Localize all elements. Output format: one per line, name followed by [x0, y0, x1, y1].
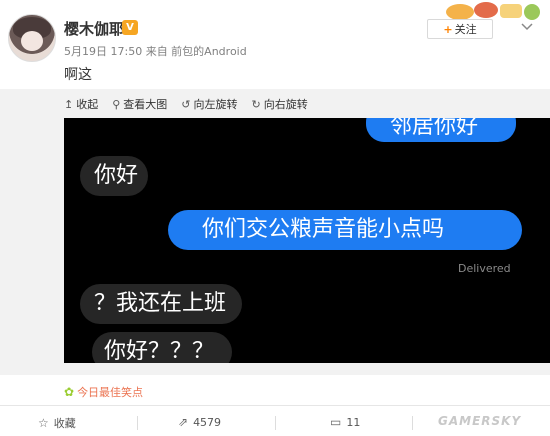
- follow-label: 关注: [454, 23, 477, 36]
- flower-icon: ✿: [64, 385, 75, 399]
- post-text: 啊这: [64, 67, 92, 83]
- rotate-left-button[interactable]: ↺ 向左旋转: [181, 96, 237, 112]
- comment-icon: ▭: [330, 415, 342, 429]
- collapse-label: 收起: [76, 98, 99, 111]
- favorite-button[interactable]: ☆ 收藏: [38, 415, 76, 431]
- plus-icon: +: [443, 23, 453, 36]
- message-bubble: ？我还在上班: [80, 284, 242, 324]
- comment-count: 11: [346, 415, 361, 429]
- message-text: 你好: [94, 163, 139, 188]
- message-bubble: 你们交公粮声音能小点吗: [168, 210, 522, 250]
- divider: [137, 416, 138, 430]
- collapse-icon: ↥: [64, 97, 74, 111]
- image-toolbar: ↥ 收起 ⚲ 查看大图 ↺ 向左旋转 ↻ 向右旋转: [64, 96, 308, 112]
- repost-icon: ⇗: [178, 415, 189, 429]
- rotate-right-label: 向右旋转: [263, 98, 308, 111]
- topic-link[interactable]: ✿ 今日最佳笑点: [64, 384, 143, 400]
- rotate-right-icon: ↻: [251, 97, 261, 111]
- divider: [275, 416, 276, 430]
- rotate-right-button[interactable]: ↻ 向右旋转: [252, 96, 308, 112]
- avatar[interactable]: [8, 14, 56, 62]
- vip-badge-icon: V: [122, 20, 138, 35]
- watermark-logo: GAMERSKY: [438, 414, 522, 428]
- post-image[interactable]: 邻居你好 你好 你们交公粮声音能小点吗 Delivered ？我还在上班 你好？…: [64, 118, 550, 363]
- star-icon: ☆: [38, 416, 49, 430]
- topic-label: 今日最佳笑点: [77, 386, 144, 399]
- message-bubble: 你好？？？: [92, 332, 232, 363]
- repost-button[interactable]: ⇗ 4579: [178, 415, 221, 429]
- post-meta: 5月19日 17:50 来自 前包的Android: [64, 45, 247, 58]
- avatar-face: [21, 31, 43, 51]
- view-large-button[interactable]: ⚲ 查看大图: [112, 96, 167, 112]
- message-text: ？我还在上班: [94, 291, 227, 316]
- rotate-left-icon: ↺: [181, 97, 191, 111]
- message-text: 邻居你好: [390, 118, 479, 139]
- favorite-label: 收藏: [53, 417, 76, 430]
- message-bubble: 邻居你好: [366, 118, 516, 142]
- message-bubble: 你好: [80, 156, 148, 196]
- repost-count: 4579: [193, 415, 222, 429]
- comment-button[interactable]: ▭ 11: [330, 415, 360, 429]
- message-text: 你们交公粮声音能小点吗: [202, 217, 445, 242]
- message-text: 你好？？？: [104, 339, 215, 363]
- follow-button[interactable]: + 关注: [427, 19, 493, 39]
- view-large-label: 查看大图: [123, 98, 168, 111]
- delivered-label: Delivered: [458, 262, 511, 275]
- search-icon: ⚲: [112, 97, 121, 111]
- divider: [412, 416, 413, 430]
- rotate-left-label: 向左旋转: [193, 98, 238, 111]
- chevron-down-icon[interactable]: [521, 22, 533, 32]
- collapse-button[interactable]: ↥ 收起: [64, 96, 98, 112]
- username[interactable]: 樱木伽耶: [64, 18, 124, 39]
